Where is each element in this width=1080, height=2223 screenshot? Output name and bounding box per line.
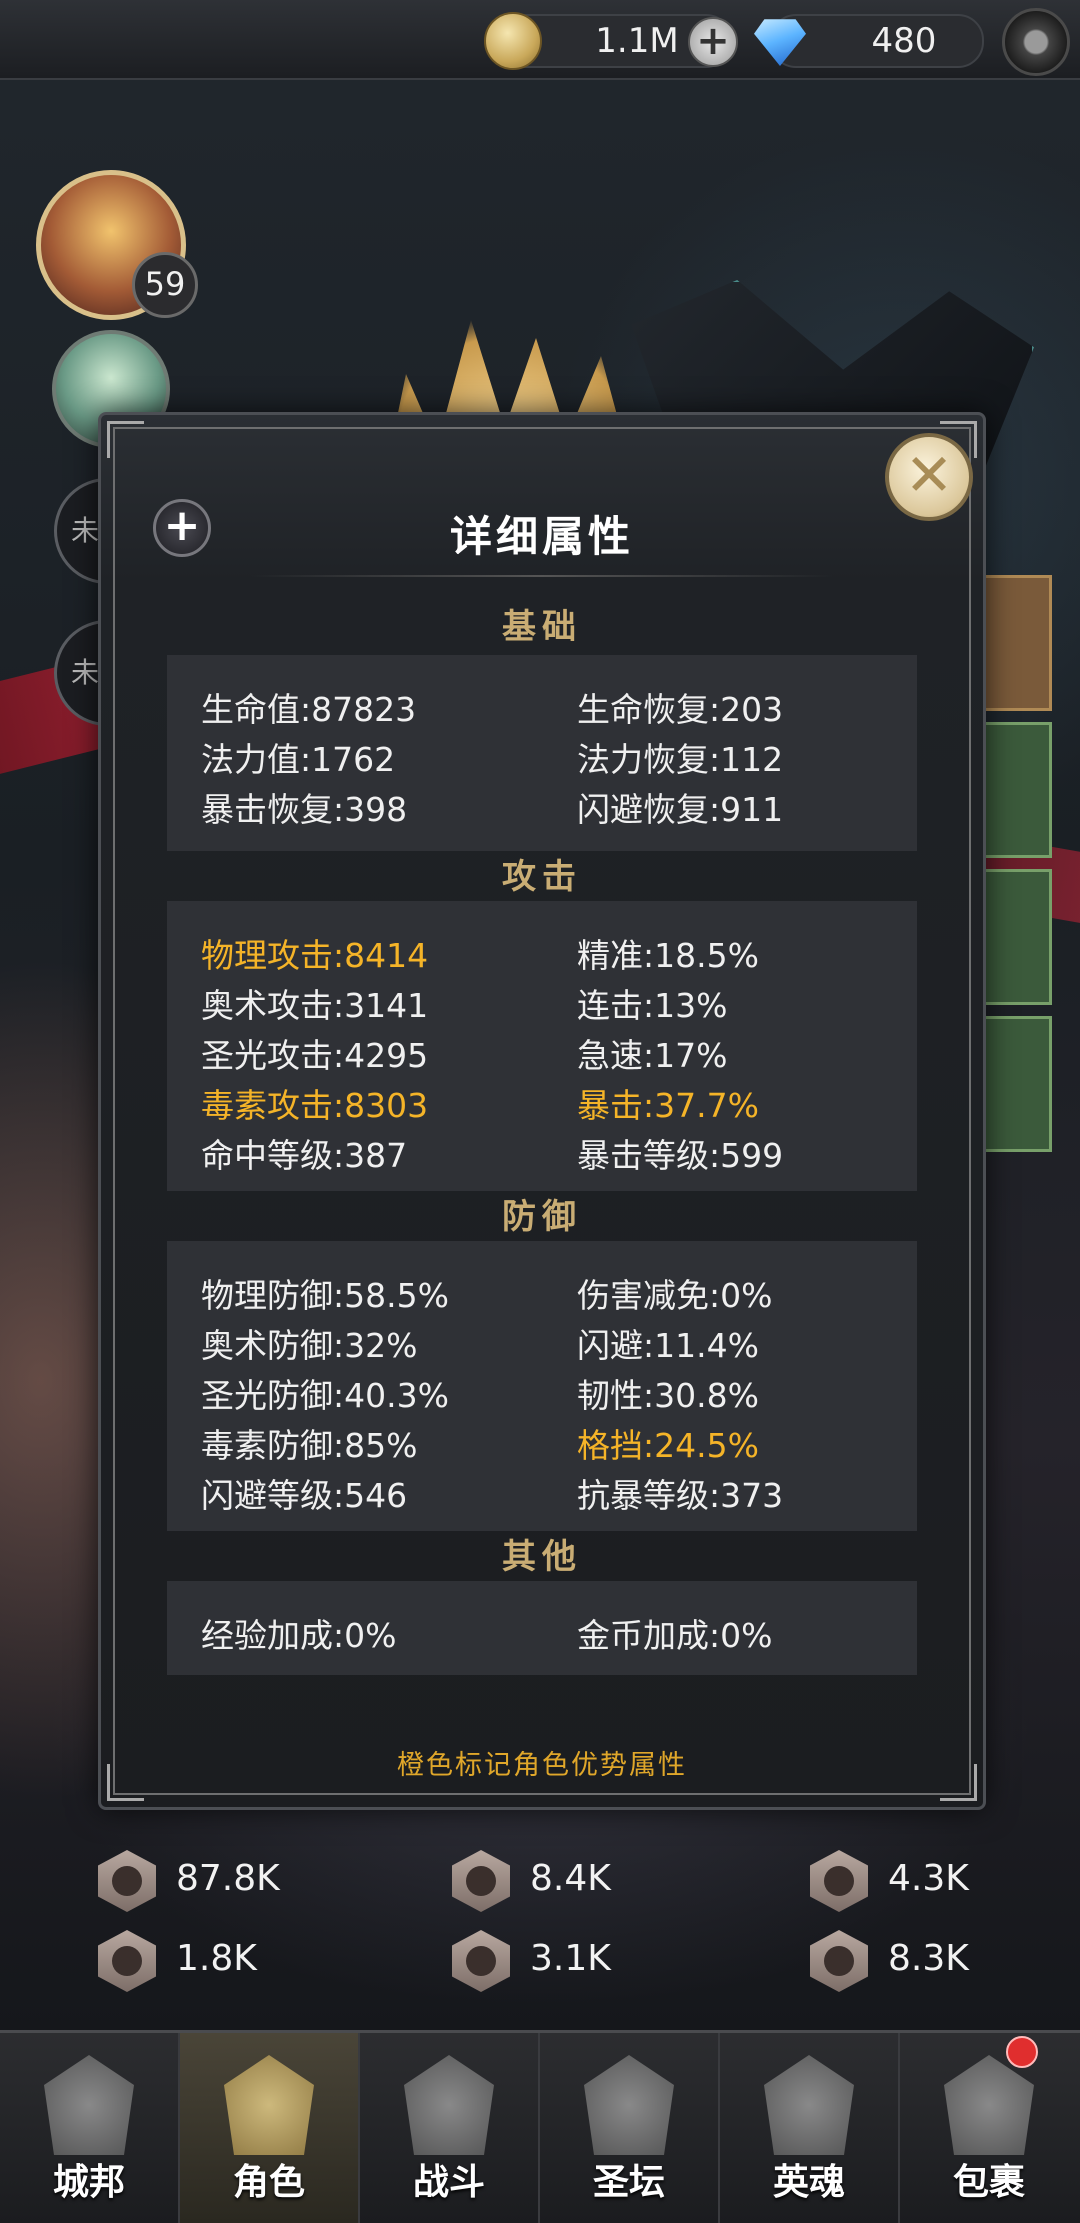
section-defense: 物理防御:58.5% 伤害减免:0% 奥术防御:32% 闪避:11.4% 圣光防… bbox=[167, 1241, 917, 1531]
stat-crit: 暴击:37.7% bbox=[577, 1086, 759, 1125]
nav-inventory[interactable]: 包裹 bbox=[900, 2033, 1078, 2223]
coin-icon bbox=[484, 12, 542, 70]
crossed-swords-icon bbox=[404, 2055, 494, 2155]
hooded-figure-icon bbox=[764, 2055, 854, 2155]
bottom-navigation: 城邦 角色 战斗 圣坛 英魂 包裹 bbox=[0, 2030, 1080, 2223]
frame-corner bbox=[107, 421, 144, 458]
nav-label: 英魂 bbox=[772, 2161, 845, 2203]
section-title-other: 其他 bbox=[502, 1537, 582, 1577]
stat-poison-defense: 毒素防御:85% bbox=[201, 1426, 418, 1465]
nav-label: 角色 bbox=[232, 2161, 305, 2203]
stat-holy-attack: 圣光攻击:4295 bbox=[201, 1036, 429, 1075]
stat-dodge-regen: 闪避恢复:911 bbox=[577, 790, 784, 829]
stat-holy-defense: 圣光防御:40.3% bbox=[201, 1376, 449, 1415]
nav-city[interactable]: 城邦 bbox=[0, 2033, 180, 2223]
stat-dodge-rating: 闪避等级:546 bbox=[201, 1476, 408, 1515]
equipment-slot-gloves[interactable] bbox=[978, 869, 1052, 1005]
stat-mana: 法力值:1762 bbox=[201, 740, 396, 779]
gem-counter: 480 bbox=[754, 14, 984, 68]
section-title-basic: 基础 bbox=[502, 607, 582, 647]
bag-icon bbox=[944, 2055, 1034, 2155]
stat-block: 格挡:24.5% bbox=[577, 1426, 759, 1465]
stat-crit-regen: 暴击恢复:398 bbox=[201, 790, 408, 829]
section-basic: 生命值:87823 生命恢复:203 法力值:1762 法力恢复:112 暴击恢… bbox=[167, 655, 917, 851]
stat-anti-crit-rating: 抗暴等级:373 bbox=[577, 1476, 784, 1515]
stat-hit-rating: 命中等级:387 bbox=[201, 1136, 408, 1175]
detailed-attributes-dialog: + 详细属性 ✕ 基础 生命值:87823 生命恢复:203 法力值:1762 … bbox=[98, 412, 986, 1810]
stat-exp-bonus: 经验加成:0% bbox=[201, 1616, 397, 1655]
divider bbox=[251, 575, 833, 577]
section-title-attack: 攻击 bbox=[502, 857, 582, 897]
summary-hp: 87.8K bbox=[176, 1858, 280, 1899]
gem-icon bbox=[754, 19, 806, 66]
altar-icon bbox=[584, 2055, 674, 2155]
equipment-slot-boots[interactable] bbox=[978, 1016, 1052, 1152]
hero-level-badge: 59 bbox=[132, 252, 198, 318]
stat-toughness: 韧性:30.8% bbox=[577, 1376, 759, 1415]
stat-physical-attack: 物理攻击:8414 bbox=[201, 936, 429, 975]
stat-combo: 连击:13% bbox=[577, 986, 728, 1025]
notification-dot bbox=[1006, 2036, 1038, 2068]
stat-haste: 急速:17% bbox=[577, 1036, 728, 1075]
dialog-title: 详细属性 bbox=[449, 512, 634, 561]
nav-altar[interactable]: 圣坛 bbox=[540, 2033, 720, 2223]
nav-label: 包裹 bbox=[952, 2161, 1025, 2203]
stat-arcane-attack: 奥术攻击:3141 bbox=[201, 986, 429, 1025]
stat-hp: 生命值:87823 bbox=[201, 690, 417, 729]
nav-battle[interactable]: 战斗 bbox=[360, 2033, 540, 2223]
stat-crit-rating: 暴击等级:599 bbox=[577, 1136, 784, 1175]
stat-poison-attack: 毒素攻击:8303 bbox=[201, 1086, 429, 1125]
city-temple-icon bbox=[44, 2055, 134, 2155]
gem-amount: 480 bbox=[871, 21, 937, 61]
summary-mana: 1.8K bbox=[176, 1938, 257, 1979]
close-button[interactable]: ✕ bbox=[885, 433, 973, 521]
equipment-slot-armor[interactable] bbox=[978, 575, 1052, 711]
highlight-legend-note: 橙色标记角色优势属性 bbox=[397, 1750, 687, 1781]
nav-label: 战斗 bbox=[412, 2161, 485, 2203]
nav-label: 圣坛 bbox=[592, 2161, 665, 2203]
section-other: 经验加成:0% 金币加成:0% bbox=[167, 1581, 917, 1675]
summary-attack: 8.4K bbox=[530, 1858, 611, 1899]
stat-dodge: 闪避:11.4% bbox=[577, 1326, 759, 1365]
stat-gold-bonus: 金币加成:0% bbox=[577, 1616, 773, 1655]
helmet-icon bbox=[224, 2055, 314, 2155]
section-attack: 物理攻击:8414 精准:18.5% 奥术攻击:3141 连击:13% 圣光攻击… bbox=[167, 901, 917, 1191]
stat-hp-regen: 生命恢复:203 bbox=[577, 690, 784, 729]
settings-button[interactable] bbox=[1002, 8, 1070, 76]
stat-physical-defense: 物理防御:58.5% bbox=[201, 1276, 449, 1315]
summary-poison: 8.3K bbox=[888, 1938, 969, 1979]
summary-arcane: 3.1K bbox=[530, 1938, 611, 1979]
stat-precision: 精准:18.5% bbox=[577, 936, 759, 975]
summary-holy: 4.3K bbox=[888, 1858, 969, 1899]
section-title-defense: 防御 bbox=[502, 1197, 582, 1237]
nav-hero-soul[interactable]: 英魂 bbox=[720, 2033, 900, 2223]
stat-arcane-defense: 奥术防御:32% bbox=[201, 1326, 418, 1365]
add-currency-button[interactable]: + bbox=[688, 17, 738, 67]
equipment-slot-ring[interactable] bbox=[978, 722, 1052, 858]
nav-label: 城邦 bbox=[52, 2161, 125, 2203]
top-resource-bar: 1.1M + 480 bbox=[0, 0, 1080, 80]
nav-character[interactable]: 角色 bbox=[180, 2033, 360, 2223]
stat-mana-regen: 法力恢复:112 bbox=[577, 740, 784, 779]
stat-damage-reduction: 伤害减免:0% bbox=[577, 1276, 773, 1315]
